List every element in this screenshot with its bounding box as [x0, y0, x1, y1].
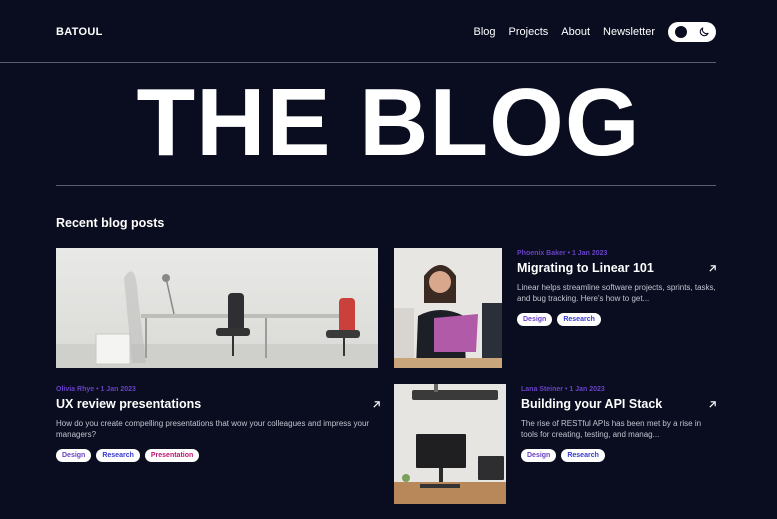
- post-card[interactable]: Phoenix Baker • 1 Jan 2023 Migrating to …: [517, 250, 717, 326]
- section-title: Recent blog posts: [56, 216, 165, 230]
- tag-research[interactable]: Research: [561, 449, 605, 462]
- nav-newsletter[interactable]: Newsletter: [603, 26, 655, 38]
- post-card[interactable]: Olivia Rhye • 1 Jan 2023 UX review prese…: [56, 386, 381, 462]
- post-image-desk[interactable]: [394, 384, 506, 504]
- nav-about[interactable]: About: [561, 26, 590, 38]
- post-meta: Phoenix Baker • 1 Jan 2023: [517, 250, 608, 257]
- post-title[interactable]: Migrating to Linear 101: [517, 261, 654, 275]
- top-navigation: BATOUL Blog Projects About Newsletter: [56, 20, 716, 44]
- post-tags: Design Research: [521, 449, 717, 462]
- post-tags: Design Research Presentation: [56, 449, 381, 462]
- post-title[interactable]: Building your API Stack: [521, 397, 662, 411]
- tag-research[interactable]: Research: [557, 313, 601, 326]
- post-description: The rise of RESTful APIs has been met by…: [521, 419, 702, 439]
- tag-presentation[interactable]: Presentation: [144, 449, 200, 462]
- moon-icon: [699, 27, 709, 37]
- post-image-office[interactable]: [56, 248, 378, 368]
- post-tags: Design Research: [517, 313, 717, 326]
- post-title[interactable]: UX review presentations: [56, 397, 201, 411]
- divider-bottom: [56, 185, 716, 186]
- post-image-laptop[interactable]: [394, 248, 502, 368]
- tag-research[interactable]: Research: [96, 449, 140, 462]
- arrow-up-right-icon[interactable]: [708, 264, 717, 273]
- tag-design[interactable]: Design: [56, 449, 92, 462]
- post-meta: Lana Steiner • 1 Jan 2023: [521, 386, 605, 393]
- post-description: How do you create compelling presentatio…: [56, 419, 370, 439]
- arrow-up-right-icon[interactable]: [372, 400, 381, 409]
- post-card[interactable]: Lana Steiner • 1 Jan 2023 Building your …: [521, 386, 717, 462]
- toggle-knob: [675, 26, 687, 38]
- nav-blog[interactable]: Blog: [474, 26, 496, 38]
- theme-toggle[interactable]: [668, 22, 716, 42]
- tag-design[interactable]: Design: [517, 313, 553, 326]
- arrow-up-right-icon[interactable]: [708, 400, 717, 409]
- post-description: Linear helps streamline software project…: [517, 283, 716, 303]
- nav-projects[interactable]: Projects: [509, 26, 549, 38]
- tag-design[interactable]: Design: [521, 449, 557, 462]
- page-title: THE BLOG: [136, 69, 641, 176]
- post-meta: Olivia Rhye • 1 Jan 2023: [56, 386, 136, 393]
- brand-logo[interactable]: BATOUL: [56, 26, 103, 38]
- nav-menu: Blog Projects About Newsletter: [474, 22, 716, 42]
